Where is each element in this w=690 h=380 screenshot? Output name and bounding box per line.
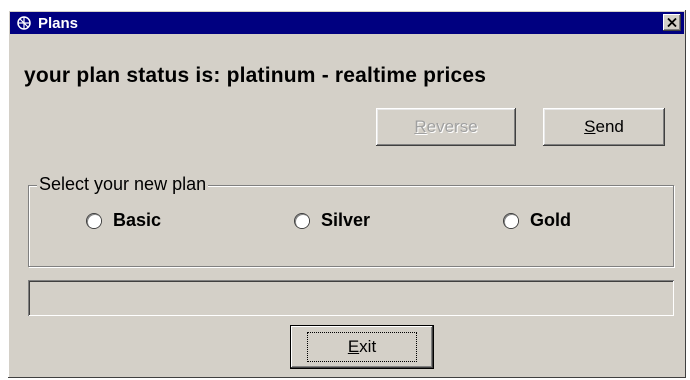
title-bar: Plans xyxy=(10,12,684,34)
radio-basic-circle[interactable] xyxy=(87,213,101,228)
close-button[interactable] xyxy=(663,14,681,31)
radio-basic-label: Basic xyxy=(113,210,162,230)
close-icon xyxy=(667,15,677,30)
exit-accel: E xyxy=(347,337,360,356)
plan-group-legend: Select your new plan xyxy=(37,174,209,195)
window-title: Plans xyxy=(38,14,79,32)
send-button[interactable]: Send xyxy=(543,108,665,146)
radio-silver-label: Silver xyxy=(321,210,371,230)
plan-status-text: your plan status is: platinum - realtime… xyxy=(24,64,487,87)
status-field xyxy=(28,280,674,316)
plans-window: Plans your plan status is: platinum - re… xyxy=(8,10,686,378)
reverse-accel: R xyxy=(414,117,427,136)
radio-gold-circle[interactable] xyxy=(504,213,518,228)
radio-gold[interactable]: Gold xyxy=(504,210,571,231)
radio-basic[interactable]: Basic xyxy=(87,210,161,231)
plan-group: Select your new plan Basic Silver Gold xyxy=(28,174,674,267)
send-accel: S xyxy=(584,117,596,136)
radio-gold-label: Gold xyxy=(530,210,571,230)
reverse-label: everse xyxy=(426,117,478,136)
radio-silver[interactable]: Silver xyxy=(295,210,370,231)
send-label: end xyxy=(595,117,624,136)
radio-silver-circle[interactable] xyxy=(295,213,309,228)
reverse-button[interactable]: Reverse xyxy=(376,108,516,146)
exit-focus-rect: Exit xyxy=(306,332,418,362)
exit-label: xit xyxy=(359,337,377,356)
app-icon xyxy=(14,14,34,32)
exit-button[interactable]: Exit xyxy=(291,326,433,368)
